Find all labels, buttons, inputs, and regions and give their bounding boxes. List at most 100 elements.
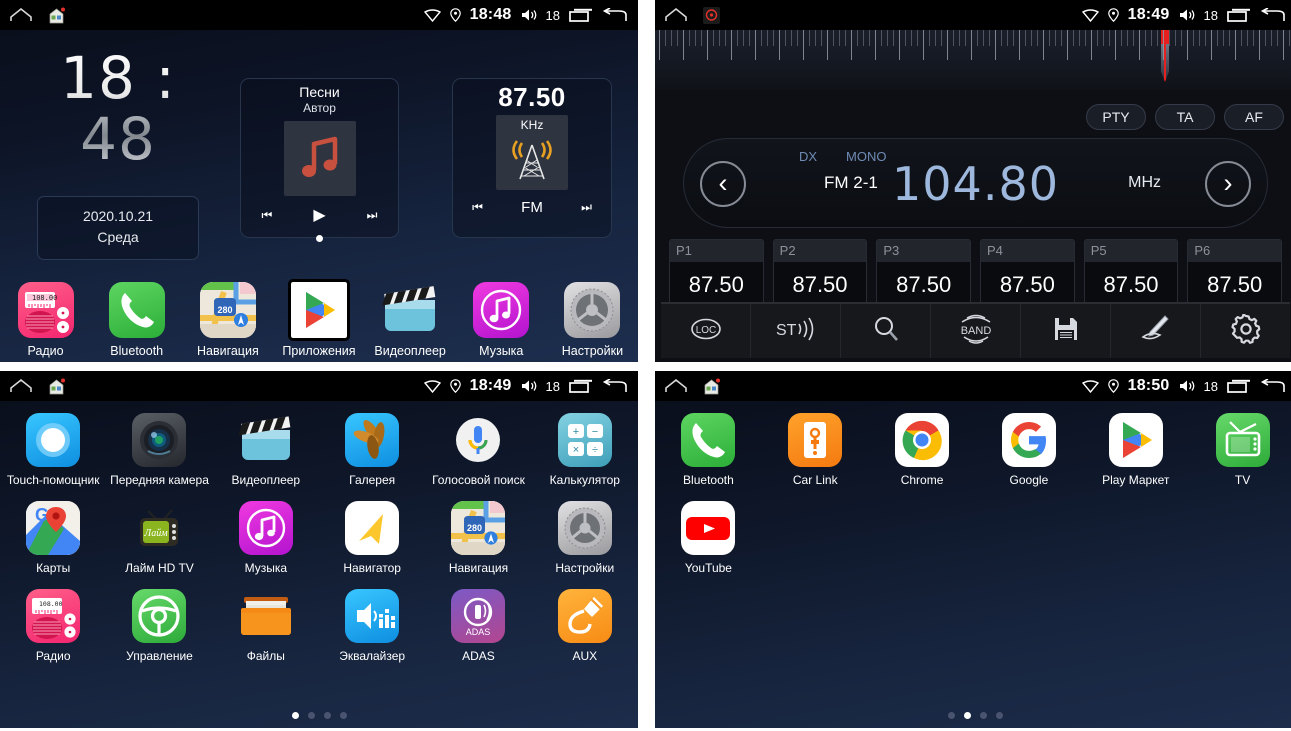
svg-text:280: 280	[467, 523, 482, 533]
preset-button[interactable]: P6 87.50	[1187, 239, 1283, 309]
app-item-tv[interactable]: TV	[1189, 413, 1291, 487]
dock-item-settings[interactable]: Настройки	[547, 282, 638, 358]
ta-button[interactable]: TA	[1155, 104, 1215, 130]
preset-value: 87.50	[1207, 272, 1263, 297]
app-item-maps[interactable]: G Карты	[0, 501, 106, 575]
af-button[interactable]: AF	[1224, 104, 1284, 130]
app-label: Радио	[35, 649, 71, 663]
app-item-navigation[interactable]: 280 Навигация	[425, 501, 531, 575]
app-label: Touch-помощник	[6, 473, 100, 487]
app-item-steering-control[interactable]: Управление	[106, 589, 212, 663]
stereo-button[interactable]: ST	[751, 304, 841, 358]
page-dot[interactable]	[996, 712, 1003, 719]
dock-item-apps[interactable]: Приложения	[273, 279, 364, 358]
house-app-icon[interactable]	[703, 378, 720, 395]
music-prev-button[interactable]: ⏮	[262, 208, 273, 223]
home-icon[interactable]	[10, 378, 32, 393]
dock-item-navigation[interactable]: 280 Навигация	[182, 282, 273, 358]
app-item-radio[interactable]: 108.00 Радио	[0, 589, 106, 663]
app-item-lime-tv[interactable]: Лайм Лайм HD TV	[106, 501, 212, 575]
music-widget[interactable]: Песни Автор ⏮ ▶ ⏭	[240, 78, 399, 238]
back-icon[interactable]	[602, 377, 628, 394]
loc-button[interactable]: LOC	[661, 304, 751, 358]
app-item-touch-assistant[interactable]: Touch-помощник	[0, 413, 106, 487]
app-item-navigator[interactable]: Навигатор	[319, 501, 425, 575]
ruler-tick	[839, 30, 840, 46]
pty-button[interactable]: PTY	[1086, 104, 1146, 130]
preset-button[interactable]: P3 87.50	[876, 239, 972, 309]
lime-tv-icon: Лайм	[132, 501, 186, 555]
radio-prev-button[interactable]: ⏮	[472, 200, 483, 215]
search-button[interactable]	[841, 304, 931, 358]
dock-item-videoplayer[interactable]: Видеоплеер	[365, 282, 456, 358]
page-dot[interactable]	[315, 235, 323, 242]
preset-button[interactable]: P4 87.50	[980, 239, 1075, 309]
app-item-chrome[interactable]: Chrome	[869, 413, 976, 487]
date-widget[interactable]: 2020.10.21 Среда	[37, 195, 199, 261]
page-dot[interactable]	[323, 712, 331, 719]
recents-icon[interactable]	[569, 379, 593, 393]
preset-button[interactable]: P1 87.50	[669, 239, 764, 309]
radio-status-icon[interactable]	[703, 6, 720, 24]
app-item-music[interactable]: Музыка	[213, 501, 319, 575]
back-icon[interactable]	[1260, 377, 1286, 394]
app-item-car-link[interactable]: Car Link	[762, 413, 869, 487]
radio-next-button[interactable]: ⏭	[581, 200, 592, 215]
recents-icon[interactable]	[1227, 8, 1251, 22]
page-dot[interactable]	[291, 712, 299, 719]
app-item-adas[interactable]: ADAS ADAS	[425, 589, 531, 663]
ruler-tick	[1181, 30, 1182, 46]
save-button[interactable]	[1021, 304, 1111, 358]
ruler-tick	[1163, 30, 1164, 60]
app-item-front-camera[interactable]: Передняя камера	[106, 413, 212, 487]
app-item-google[interactable]: Google	[975, 413, 1082, 487]
ruler-tick	[803, 30, 804, 60]
clock-widget[interactable]: 18 : 48 2020.10.21 Среда	[18, 48, 218, 261]
radio-widget[interactable]: 87.50 KHz ⏮ FM ⏭	[452, 78, 612, 238]
app-item-settings[interactable]: Настройки	[532, 501, 638, 575]
app-item-videoplayer[interactable]: Видеоплеер	[213, 413, 319, 487]
ruler-tick	[911, 30, 912, 46]
svg-text:ST: ST	[776, 322, 797, 339]
back-icon[interactable]	[602, 6, 628, 23]
recents-icon[interactable]	[569, 8, 593, 22]
volume-icon	[1179, 379, 1199, 393]
preset-button[interactable]: P2 87.50	[772, 239, 868, 309]
page-dot[interactable]	[948, 712, 955, 719]
app-item-equalizer[interactable]: Эквалайзер	[319, 589, 425, 663]
music-next-button[interactable]: ⏭	[367, 208, 378, 223]
band-button[interactable]: BAND	[931, 304, 1021, 358]
house-app-icon[interactable]	[48, 7, 65, 24]
radio-settings-button[interactable]	[1201, 304, 1290, 358]
preset-button[interactable]: P5 87.50	[1083, 239, 1179, 309]
back-icon[interactable]	[1260, 6, 1286, 23]
home-icon[interactable]	[10, 7, 32, 22]
page-dot[interactable]	[339, 712, 347, 719]
dock-item-music[interactable]: Музыка	[456, 282, 547, 358]
edit-button[interactable]	[1111, 304, 1201, 358]
app-item-voice-search[interactable]: Голосовой поиск	[425, 413, 531, 487]
app-item-play-market[interactable]: Play Маркет	[1082, 413, 1189, 487]
page-dot[interactable]	[964, 712, 971, 719]
ruler-tick	[827, 30, 828, 60]
app-grid-page2: Bluetooth Car Link Chrome Google Play Ма…	[655, 413, 1291, 589]
app-item-gallery[interactable]: Галерея	[319, 413, 425, 487]
home-icon[interactable]	[665, 7, 687, 22]
frequency-ruler[interactable]	[655, 30, 1291, 90]
app-item-aux[interactable]: AUX	[532, 589, 638, 663]
home-icon[interactable]	[665, 378, 687, 393]
page-dot[interactable]	[307, 712, 315, 719]
app-item-files[interactable]: Файлы	[213, 589, 319, 663]
app-item-calculator[interactable]: + − × ÷ Калькулятор	[532, 413, 638, 487]
music-play-button[interactable]: ▶	[313, 205, 325, 225]
dock-item-bluetooth[interactable]: Bluetooth	[91, 282, 182, 358]
dock-item-radio[interactable]: 108.00 Радио	[0, 282, 91, 358]
preset-list: P1 87.50 P2 87.50 P3 87.50 P4 87.50 P5 8…	[669, 239, 1283, 309]
adas-icon: ADAS	[451, 589, 506, 643]
ruler-tick	[695, 30, 696, 46]
recents-icon[interactable]	[1227, 379, 1251, 393]
app-item-youtube[interactable]: YouTube	[655, 501, 762, 575]
page-dot[interactable]	[980, 712, 987, 719]
house-app-icon[interactable]	[48, 378, 65, 395]
app-item-bluetooth[interactable]: Bluetooth	[655, 413, 762, 487]
